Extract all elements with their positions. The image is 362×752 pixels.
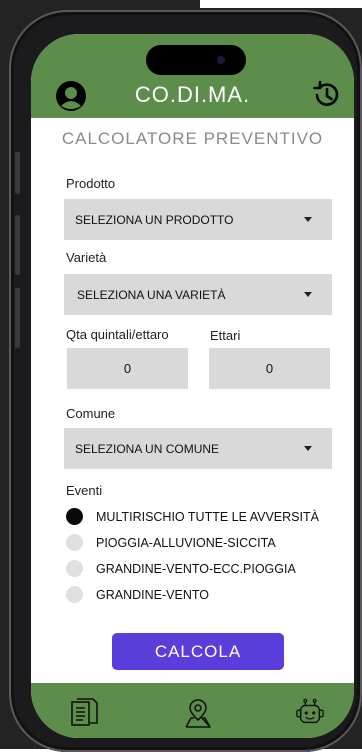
eventi-label: Eventi	[66, 483, 103, 498]
chevron-down-icon	[304, 292, 312, 297]
phone-volume-down-button	[15, 288, 20, 348]
chevron-down-icon	[304, 217, 312, 222]
radio-button[interactable]	[66, 560, 83, 577]
phone-mute-button	[15, 152, 20, 194]
document-icon[interactable]	[69, 697, 99, 729]
ettari-input[interactable]	[209, 348, 330, 389]
history-icon[interactable]	[310, 79, 342, 111]
bottom-nav	[31, 683, 354, 738]
radio-option-label: GRANDINE-VENTO	[96, 588, 209, 602]
robot-icon[interactable]	[295, 697, 325, 729]
map-pin-icon[interactable]	[183, 697, 213, 729]
app-header: CO.DI.MA.	[31, 34, 354, 118]
app-title: CO.DI.MA.	[134, 82, 251, 107]
chevron-down-icon	[304, 446, 312, 451]
comune-select-value: SELEZIONA UN COMUNE	[75, 442, 220, 456]
radio-option-label: PIOGGIA-ALLUVIONE-SICCITA	[96, 536, 276, 550]
calculator-form: CALCOLATORE PREVENTIVO Prodotto SELEZION…	[31, 118, 354, 683]
camera-dot	[217, 56, 225, 64]
qta-label: Qta quintali/ettaro	[66, 327, 169, 342]
comune-label: Comune	[66, 406, 116, 421]
radio-option-label: MULTIRISCHIO TUTTE LE AVVERSITÀ	[96, 510, 319, 524]
radio-button[interactable]	[66, 586, 83, 603]
radio-option-label: GRANDINE-VENTO-ECC.PIOGGIA	[96, 562, 296, 576]
calcola-button[interactable]: CALCOLA	[112, 633, 284, 670]
page-title: CALCOLATORE PREVENTIVO	[61, 129, 324, 148]
app-screen: CO.DI.MA. CALCOLATORE PREVENTIVO Prodott…	[31, 34, 354, 738]
comune-select[interactable]: SELEZIONA UN COMUNE	[64, 428, 332, 469]
radio-button[interactable]	[66, 534, 83, 551]
dynamic-island	[146, 45, 246, 75]
prodotto-select-value: SELEZIONA UN PRODOTTO	[75, 213, 234, 227]
ettari-label: Ettari	[210, 328, 241, 343]
phone-volume-up-button	[15, 215, 20, 275]
phone-frame: CO.DI.MA. CALCOLATORE PREVENTIVO Prodott…	[9, 10, 362, 752]
radio-button[interactable]	[66, 508, 83, 525]
prodotto-select[interactable]: SELEZIONA UN PRODOTTO	[64, 199, 332, 240]
qta-input[interactable]	[67, 348, 188, 389]
prodotto-label: Prodotto	[66, 176, 116, 191]
varieta-select[interactable]: SELEZIONA UNA VARIETÀ	[64, 274, 332, 315]
varieta-label: Varietà	[66, 250, 107, 265]
varieta-select-value: SELEZIONA UNA VARIETÀ	[77, 288, 226, 302]
